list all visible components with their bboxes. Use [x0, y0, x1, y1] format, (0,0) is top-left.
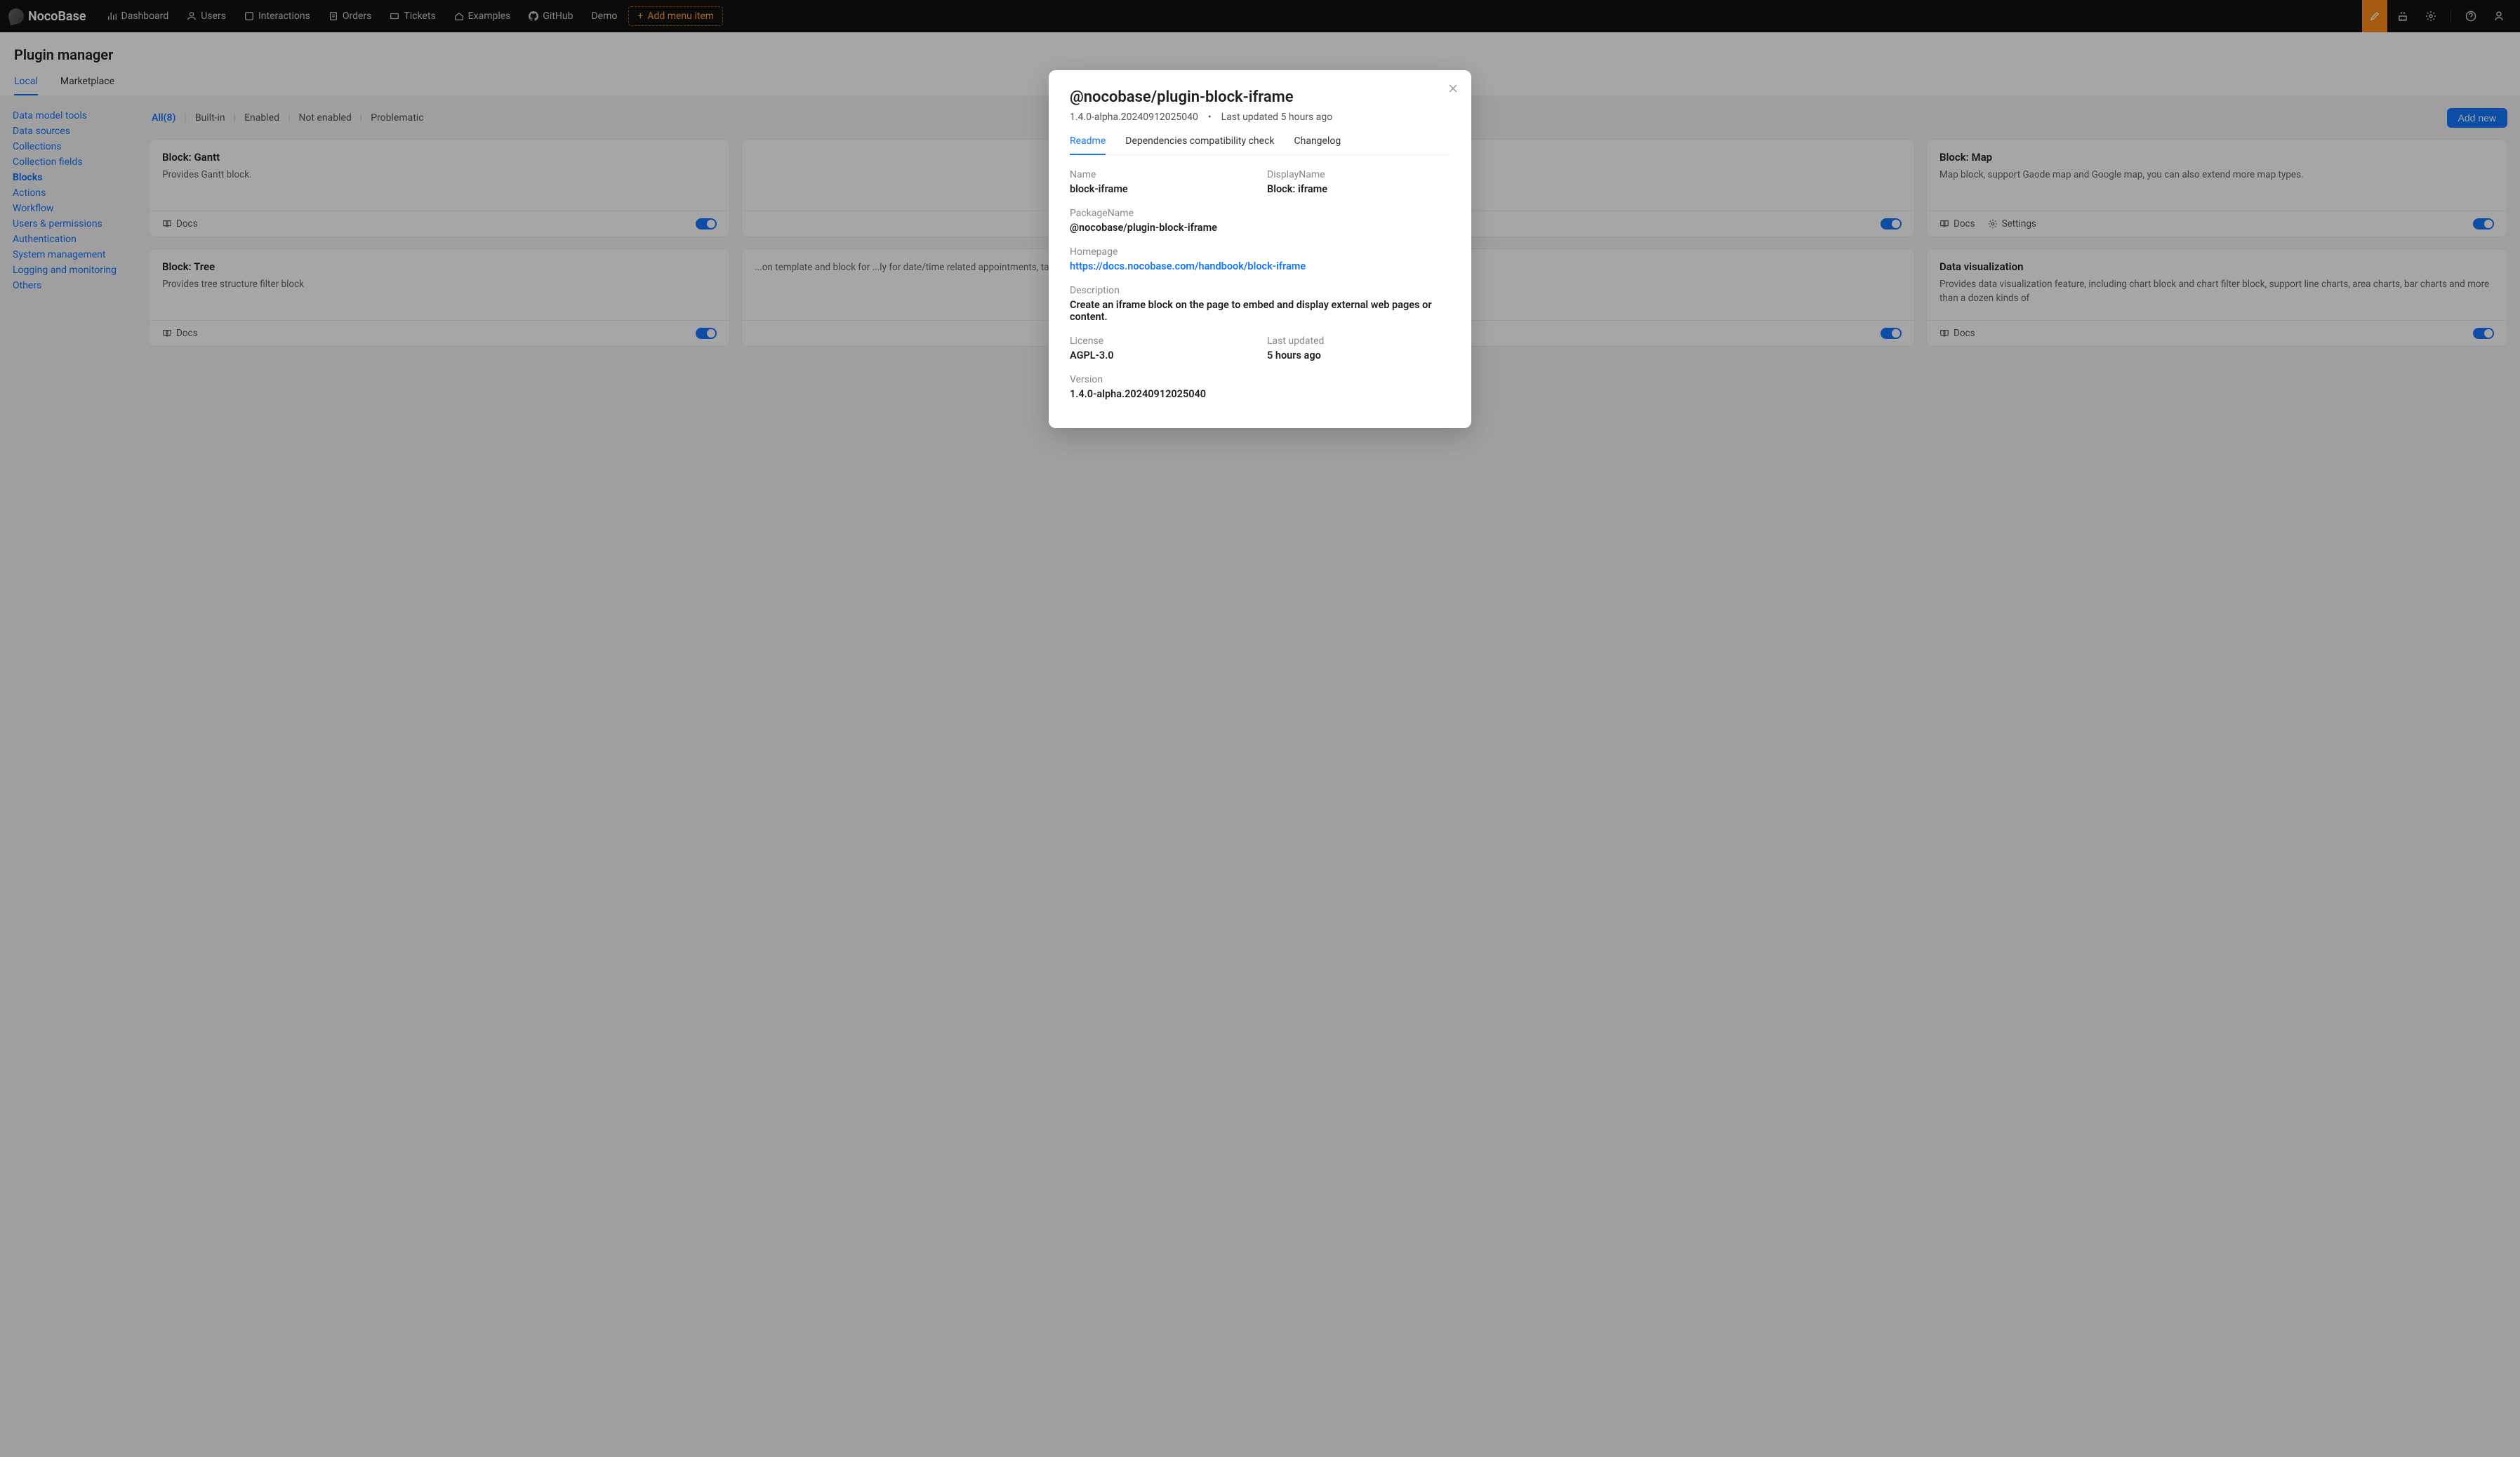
detail-grid: Name block-iframe DisplayName Block: ifr…	[1070, 169, 1450, 400]
tab-readme[interactable]: Readme	[1070, 135, 1106, 155]
field-value: AGPL-3.0	[1070, 350, 1253, 361]
field-lastupdated: Last updated 5 hours ago	[1267, 335, 1450, 361]
field-displayname: DisplayName Block: iframe	[1267, 169, 1450, 195]
field-value: Create an iframe block on the page to em…	[1070, 299, 1450, 323]
modal-tabs: Readme Dependencies compatibility check …	[1070, 135, 1450, 155]
field-package: PackageName @nocobase/plugin-block-ifram…	[1070, 208, 1450, 234]
tab-dependencies[interactable]: Dependencies compatibility check	[1125, 135, 1274, 154]
field-value: Block: iframe	[1267, 183, 1450, 195]
plugin-detail-modal: @nocobase/plugin-block-iframe 1.4.0-alph…	[1049, 70, 1471, 428]
modal-updated: Last updated 5 hours ago	[1221, 112, 1333, 123]
field-label: DisplayName	[1267, 169, 1450, 180]
field-value: 1.4.0-alpha.20240912025040	[1070, 388, 1450, 400]
dot-separator: •	[1208, 112, 1212, 123]
modal-overlay[interactable]: @nocobase/plugin-block-iframe 1.4.0-alph…	[0, 0, 2520, 1457]
field-homepage: Homepage https://docs.nocobase.com/handb…	[1070, 246, 1450, 272]
field-value: 5 hours ago	[1267, 350, 1450, 361]
modal-subtitle: 1.4.0-alpha.20240912025040 • Last update…	[1070, 112, 1450, 123]
field-name: Name block-iframe	[1070, 169, 1253, 195]
close-icon	[1447, 83, 1459, 94]
tab-changelog[interactable]: Changelog	[1294, 135, 1341, 154]
field-label: Version	[1070, 374, 1450, 385]
field-label: Description	[1070, 285, 1450, 296]
field-value: block-iframe	[1070, 183, 1253, 195]
field-label: Homepage	[1070, 246, 1450, 258]
field-label: License	[1070, 335, 1253, 347]
field-license: License AGPL-3.0	[1070, 335, 1253, 361]
field-version: Version 1.4.0-alpha.20240912025040	[1070, 374, 1450, 400]
field-value: @nocobase/plugin-block-iframe	[1070, 222, 1450, 234]
field-label: Name	[1070, 169, 1253, 180]
modal-version: 1.4.0-alpha.20240912025040	[1070, 112, 1198, 123]
field-label: PackageName	[1070, 208, 1450, 219]
homepage-link[interactable]: https://docs.nocobase.com/handbook/block…	[1070, 260, 1450, 272]
field-description: Description Create an iframe block on th…	[1070, 285, 1450, 323]
close-button[interactable]	[1447, 83, 1459, 98]
modal-title: @nocobase/plugin-block-iframe	[1070, 88, 1450, 106]
field-label: Last updated	[1267, 335, 1450, 347]
